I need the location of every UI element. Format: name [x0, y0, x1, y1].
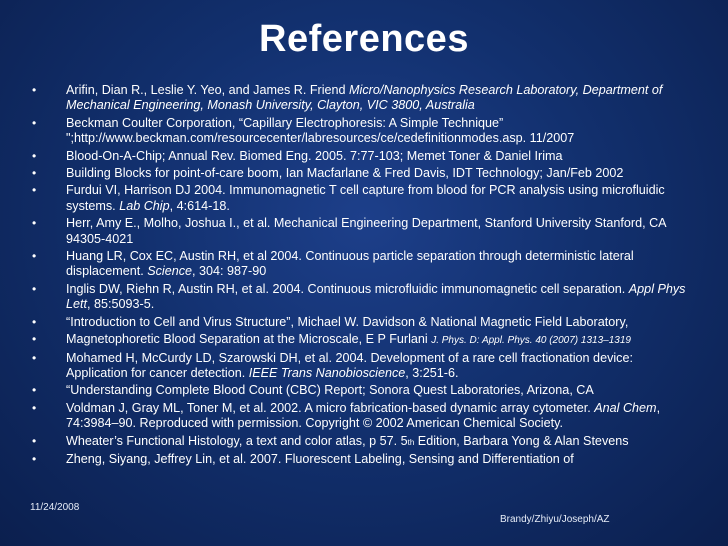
bullet-icon: •	[32, 83, 37, 97]
reference-italic: Science	[147, 264, 193, 279]
footer-date: 11/24/2008	[30, 502, 80, 513]
reference-item: • Wheater’s Functional Histology, a text…	[32, 434, 692, 450]
reference-italic-small: J. Phys. D: Appl. Phys. 40 (2007) 1313–1…	[431, 335, 631, 347]
reference-superscript: th	[407, 437, 415, 447]
reference-italic: Lab Chip	[119, 198, 170, 213]
reference-list: • Arifin, Dian R., Leslie Y. Yeo, and Ja…	[32, 83, 692, 469]
reference-item: • Magnetophoretic Blood Separation at th…	[32, 332, 692, 348]
reference-item: • Furdui VI, Harrison DJ 2004. Immunomag…	[32, 183, 692, 214]
reference-text: Voldman J, Gray ML, Toner M, et al. 2002…	[66, 400, 595, 415]
bullet-icon: •	[32, 115, 37, 130]
reference-text: “Introduction to Cell and Virus Structur…	[66, 314, 629, 329]
reference-item: • Herr, Amy E., Molho, Joshua I., et al.…	[32, 216, 692, 247]
reference-text-end: , 85:5093-5.	[87, 297, 155, 312]
reference-item: • Arifin, Dian R., Leslie Y. Yeo, and Ja…	[32, 83, 692, 114]
reference-text: Zheng, Siyang, Jeffrey Lin, et al. 2007.…	[66, 451, 574, 466]
reference-text-end: , 4:614-18.	[169, 198, 230, 213]
reference-item: • Beckman Coulter Corporation, “Capillar…	[32, 116, 692, 147]
bullet-icon: •	[32, 183, 37, 198]
reference-italic: IEEE Trans Nanobioscience	[248, 365, 406, 380]
reference-text-end: , 3:251-6.	[405, 365, 459, 380]
reference-item: • Voldman J, Gray ML, Toner M, et al. 20…	[32, 401, 692, 432]
bullet-icon: •	[32, 400, 37, 415]
reference-text: Arifin, Dian R., Leslie Y. Yeo, and Jame…	[66, 83, 350, 97]
reference-text: Building Blocks for point-of-care boom, …	[66, 166, 624, 181]
bullet-icon: •	[32, 383, 37, 398]
bullet-icon: •	[32, 332, 37, 347]
reference-item: • Building Blocks for point-of-care boom…	[32, 166, 692, 181]
reference-text: Blood-On-A-Chip; Annual Rev. Biomed Eng.…	[66, 148, 563, 163]
reference-text-end: Edition, Barbara Yong & Alan Stevens	[414, 433, 629, 448]
reference-italic: Anal Chem	[594, 400, 657, 415]
reference-text-end: , 304: 987-90	[192, 264, 267, 279]
bullet-icon: •	[32, 281, 37, 296]
reference-item: • Zheng, Siyang, Jeffrey Lin, et al. 200…	[32, 452, 692, 467]
reference-item: • “Understanding Complete Blood Count (C…	[32, 383, 692, 398]
bullet-icon: •	[32, 433, 37, 448]
reference-item: • Blood-On-A-Chip; Annual Rev. Biomed En…	[32, 149, 692, 164]
bullet-icon: •	[32, 166, 37, 181]
bullet-icon: •	[32, 314, 37, 329]
reference-text: Magnetophoretic Blood Separation at the …	[66, 332, 432, 347]
reference-text: “Understanding Complete Blood Count (CBC…	[66, 383, 594, 398]
reference-text: Herr, Amy E., Molho, Joshua I., et al. M…	[66, 216, 666, 246]
reference-item: • Mohamed H, McCurdy LD, Szarowski DH, e…	[32, 351, 692, 382]
reference-text: Beckman Coulter Corporation, “Capillary …	[66, 115, 575, 146]
footer-authors: Brandy/Zhiyu/Joseph/AZ	[500, 514, 610, 525]
reference-item: • Inglis DW, Riehn R, Austin RH, et al. …	[32, 282, 692, 313]
bullet-icon: •	[32, 451, 37, 466]
bullet-icon: •	[32, 350, 37, 365]
bullet-icon: •	[32, 249, 37, 264]
reference-item: • “Introduction to Cell and Virus Struct…	[32, 315, 692, 330]
reference-text: Wheater’s Functional Histology, a text a…	[66, 433, 408, 448]
slide-title: References	[259, 18, 469, 60]
bullet-icon: •	[32, 216, 37, 231]
reference-item: • Huang LR, Cox EC, Austin RH, et al 200…	[32, 249, 692, 280]
bullet-icon: •	[32, 148, 37, 163]
reference-text: Inglis DW, Riehn R, Austin RH, et al. 20…	[66, 281, 629, 296]
